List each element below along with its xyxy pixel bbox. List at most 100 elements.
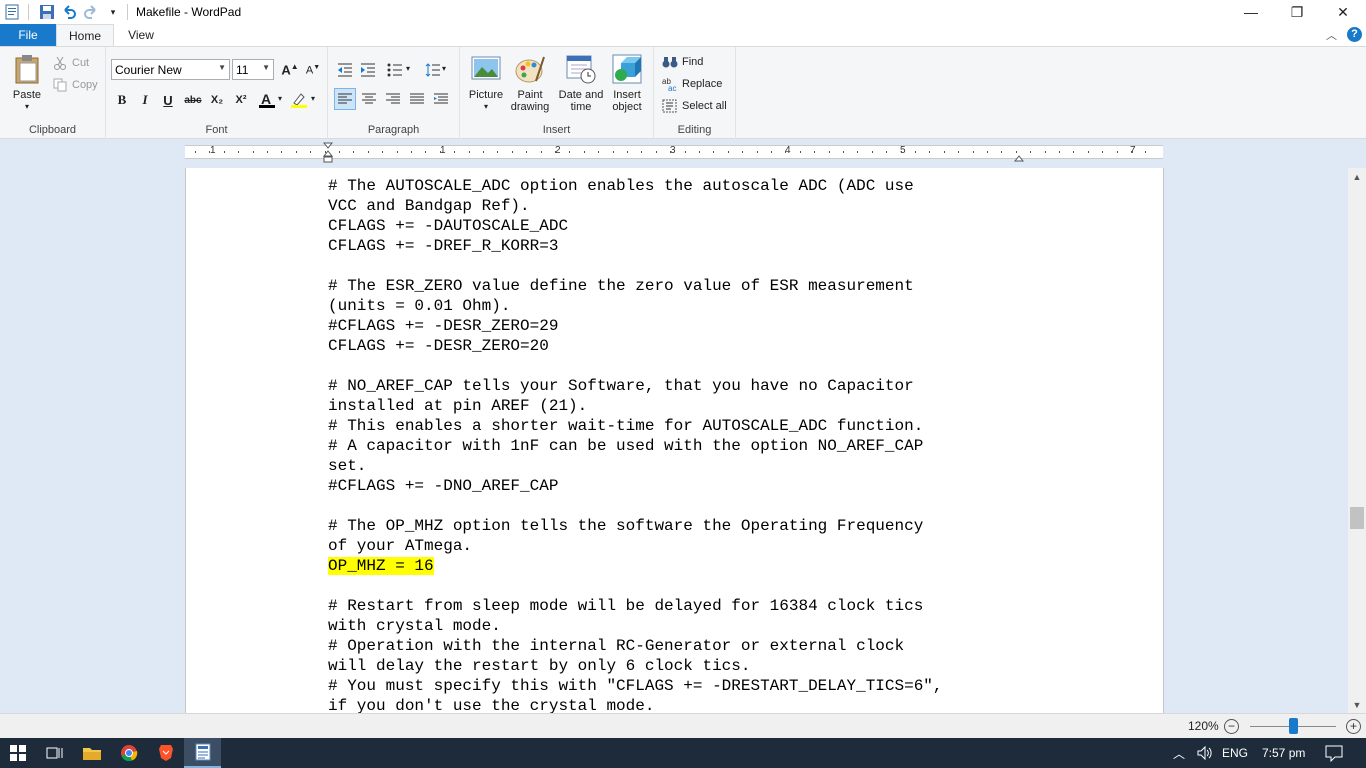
picture-button[interactable]: Picture ▾ (466, 53, 506, 113)
maximize-button[interactable]: ❐ (1274, 0, 1320, 24)
tab-file[interactable]: File (0, 24, 56, 46)
customize-qat-icon[interactable]: ▾ (103, 2, 123, 22)
task-view-button[interactable] (36, 738, 73, 768)
start-button[interactable] (0, 738, 36, 768)
subscript-button[interactable]: X₂ (206, 89, 228, 111)
document-line[interactable]: # A capacitor with 1nF can be used with … (328, 436, 1028, 456)
document-line[interactable] (328, 496, 1028, 516)
strikethrough-button[interactable]: abc (182, 89, 204, 111)
document-line[interactable]: #CFLAGS += -DESR_ZERO=29 (328, 316, 1028, 336)
document-text[interactable]: # The AUTOSCALE_ADC option enables the a… (328, 176, 1028, 713)
copy-button[interactable]: Copy (52, 75, 98, 95)
document-line[interactable]: # The ESR_ZERO value define the zero val… (328, 276, 1028, 296)
scrollbar-thumb[interactable] (1350, 507, 1364, 529)
document-line[interactable]: #CFLAGS += -DNO_AREF_CAP (328, 476, 1028, 496)
font-family-select[interactable]: Courier New ▼ (111, 59, 230, 80)
bullets-button[interactable] (384, 59, 406, 81)
document-line[interactable]: # This enables a shorter wait-time for A… (328, 416, 1028, 436)
cut-button[interactable]: Cut (52, 53, 89, 73)
zoom-slider-thumb[interactable] (1289, 718, 1298, 734)
bold-button[interactable]: B (111, 89, 133, 111)
document-line[interactable]: will delay the restart by only 6 clock t… (328, 656, 1028, 676)
minimize-ribbon-icon[interactable]: ︿ (1326, 27, 1337, 43)
save-icon[interactable] (37, 2, 57, 22)
font-color-dropdown-icon[interactable]: ▾ (278, 94, 282, 103)
line-spacing-button[interactable] (422, 59, 444, 81)
document-line[interactable]: OP_MHZ = 16 (328, 556, 1028, 576)
underline-button[interactable]: U (157, 89, 179, 111)
document-line[interactable]: # You must specify this with "CFLAGS += … (328, 676, 1028, 696)
select-all-button[interactable]: Select all (662, 96, 727, 116)
highlight-color-button[interactable] (288, 89, 310, 111)
wordpad-app-icon[interactable] (2, 2, 22, 22)
date-time-button[interactable]: Date and time (556, 53, 606, 113)
document-line[interactable] (328, 576, 1028, 596)
font-size-select[interactable]: 11 ▼ (232, 59, 274, 80)
notifications-icon[interactable] (1325, 744, 1343, 765)
chrome-button[interactable] (110, 738, 147, 768)
document-line[interactable]: if you don't use the crystal mode. (328, 696, 1028, 713)
decrease-indent-button[interactable] (334, 59, 356, 81)
document-line[interactable]: CFLAGS += -DAUTOSCALE_ADC (328, 216, 1028, 236)
document-line[interactable]: with crystal mode. (328, 616, 1028, 636)
superscript-button[interactable]: X² (230, 89, 252, 111)
tab-view[interactable]: View (114, 24, 168, 46)
grow-font-button[interactable]: A▲ (279, 59, 301, 81)
help-icon[interactable]: ? (1347, 27, 1362, 42)
paint-drawing-button[interactable]: Paint drawing (508, 53, 552, 113)
document-line[interactable]: CFLAGS += -DREF_R_KORR=3 (328, 236, 1028, 256)
line-spacing-dropdown-icon[interactable]: ▾ (442, 64, 446, 73)
scroll-down-icon[interactable]: ▼ (1348, 696, 1366, 713)
wordpad-taskbar-button[interactable] (184, 738, 221, 768)
tab-home[interactable]: Home (56, 24, 114, 47)
document-line[interactable]: CFLAGS += -DESR_ZERO=20 (328, 336, 1028, 356)
document-line[interactable]: (units = 0.01 Ohm). (328, 296, 1028, 316)
document-page[interactable]: # The AUTOSCALE_ADC option enables the a… (185, 168, 1164, 713)
align-center-button[interactable] (358, 88, 380, 110)
justify-button[interactable] (406, 88, 428, 110)
document-line[interactable]: set. (328, 456, 1028, 476)
file-explorer-button[interactable] (73, 738, 110, 768)
insert-object-button[interactable]: Insert object (606, 53, 648, 113)
zoom-out-button[interactable]: − (1224, 719, 1239, 734)
document-line[interactable]: installed at pin AREF (21). (328, 396, 1028, 416)
undo-icon[interactable] (59, 2, 79, 22)
document-line[interactable] (328, 256, 1028, 276)
vertical-scrollbar[interactable]: ▲ ▼ (1348, 168, 1366, 713)
document-line[interactable]: of your ATmega. (328, 536, 1028, 556)
replace-button[interactable]: ab ac Replace (662, 74, 722, 94)
zoom-in-button[interactable]: + (1346, 719, 1361, 734)
document-line[interactable]: # Operation with the internal RC-Generat… (328, 636, 1028, 656)
first-line-indent-marker-icon[interactable] (322, 142, 334, 167)
increase-indent-button[interactable] (357, 59, 379, 81)
picture-dropdown-icon[interactable]: ▾ (484, 101, 488, 113)
scroll-up-icon[interactable]: ▲ (1348, 168, 1366, 185)
font-color-button[interactable]: A (256, 89, 278, 111)
shrink-font-button[interactable]: A▼ (302, 59, 324, 81)
redo-icon[interactable] (81, 2, 101, 22)
volume-icon[interactable] (1196, 745, 1214, 764)
minimize-button[interactable]: — (1228, 0, 1274, 24)
paste-dropdown-icon[interactable]: ▾ (25, 101, 29, 113)
document-line[interactable]: # The AUTOSCALE_ADC option enables the a… (328, 176, 1028, 196)
paragraph-settings-button[interactable] (430, 88, 452, 110)
align-left-button[interactable] (334, 88, 356, 110)
bullets-dropdown-icon[interactable]: ▾ (406, 64, 410, 73)
paste-button[interactable]: Paste ▾ (6, 53, 48, 113)
right-indent-marker-icon[interactable] (1013, 151, 1025, 165)
document-line[interactable] (328, 356, 1028, 376)
document-line[interactable]: VCC and Bandgap Ref). (328, 196, 1028, 216)
brave-button[interactable] (147, 738, 184, 768)
italic-button[interactable]: I (134, 89, 156, 111)
document-line[interactable]: # Restart from sleep mode will be delaye… (328, 596, 1028, 616)
highlight-dropdown-icon[interactable]: ▾ (311, 94, 315, 103)
find-button[interactable]: Find (662, 52, 703, 72)
clock[interactable]: 7:57 pm (1262, 746, 1305, 760)
close-button[interactable]: ✕ (1320, 0, 1366, 24)
align-right-button[interactable] (382, 88, 404, 110)
document-line[interactable]: # NO_AREF_CAP tells your Software, that … (328, 376, 1028, 396)
show-hidden-icons-icon[interactable]: ︿ (1173, 745, 1185, 762)
document-line[interactable]: # The OP_MHZ option tells the software t… (328, 516, 1028, 536)
ruler[interactable]: 1 1 2 3 4 5 7 (185, 142, 1163, 163)
language-indicator[interactable]: ENG (1222, 746, 1248, 760)
